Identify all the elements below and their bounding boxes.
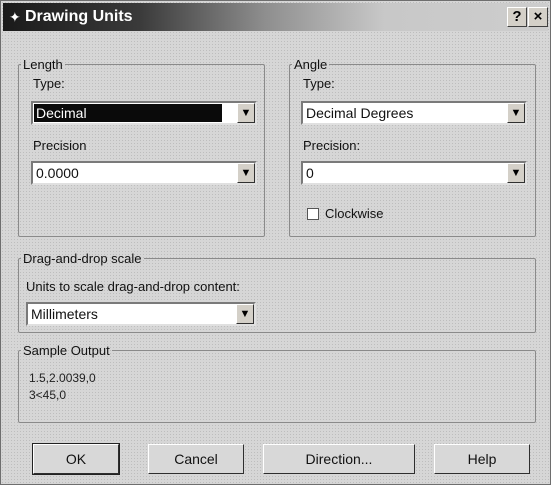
sample-output-legend: Sample Output (23, 343, 110, 358)
drag-drop-description: Units to scale drag-and-drop content: (26, 279, 240, 294)
angle-precision-select[interactable]: 0 ▼ (301, 161, 527, 185)
length-precision-value: 0.0000 (36, 165, 79, 181)
clockwise-checkbox[interactable] (307, 208, 319, 220)
chevron-down-icon[interactable]: ▼ (507, 103, 525, 123)
app-icon: ✦ (9, 9, 21, 25)
drag-drop-units-select[interactable]: Millimeters ▼ (26, 302, 256, 326)
chevron-down-icon[interactable]: ▼ (237, 163, 255, 183)
close-icon[interactable]: × (528, 7, 548, 27)
angle-legend: Angle (294, 57, 328, 72)
sample-output-line-1: 1.5,2.0039,0 (29, 371, 96, 385)
angle-type-label: Type: (303, 76, 335, 91)
length-legend: Length (23, 57, 63, 72)
angle-precision-value: 0 (306, 165, 314, 181)
length-precision-label: Precision (33, 138, 87, 153)
length-precision-select[interactable]: 0.0000 ▼ (31, 161, 257, 185)
angle-type-select[interactable]: Decimal Degrees ▼ (301, 101, 527, 125)
chevron-down-icon[interactable]: ▼ (507, 163, 525, 183)
help-icon[interactable]: ? (507, 7, 527, 27)
title-bar[interactable]: ✦ Drawing Units ? × (3, 3, 548, 31)
sample-output-line-2: 3<45,0 (29, 388, 67, 402)
drag-drop-legend: Drag-and-drop scale (23, 251, 142, 266)
ok-button[interactable]: OK (32, 443, 120, 475)
clockwise-label[interactable]: Clockwise (325, 206, 384, 221)
direction-button[interactable]: Direction... (263, 444, 415, 474)
length-type-value: Decimal (36, 105, 87, 121)
length-type-select[interactable]: Decimal ▼ (31, 101, 257, 125)
chevron-down-icon[interactable]: ▼ (236, 304, 254, 324)
angle-type-value: Decimal Degrees (306, 105, 414, 121)
chevron-down-icon[interactable]: ▼ (237, 103, 255, 123)
drag-drop-units-value: Millimeters (31, 306, 98, 322)
angle-precision-label: Precision: (303, 138, 361, 153)
window-title: Drawing Units (25, 8, 133, 25)
length-type-label: Type: (33, 76, 65, 91)
drawing-units-dialog: ✦ Drawing Units ? × Length Type: Decimal… (0, 0, 551, 485)
help-button[interactable]: Help (434, 444, 530, 474)
cancel-button[interactable]: Cancel (148, 444, 244, 474)
